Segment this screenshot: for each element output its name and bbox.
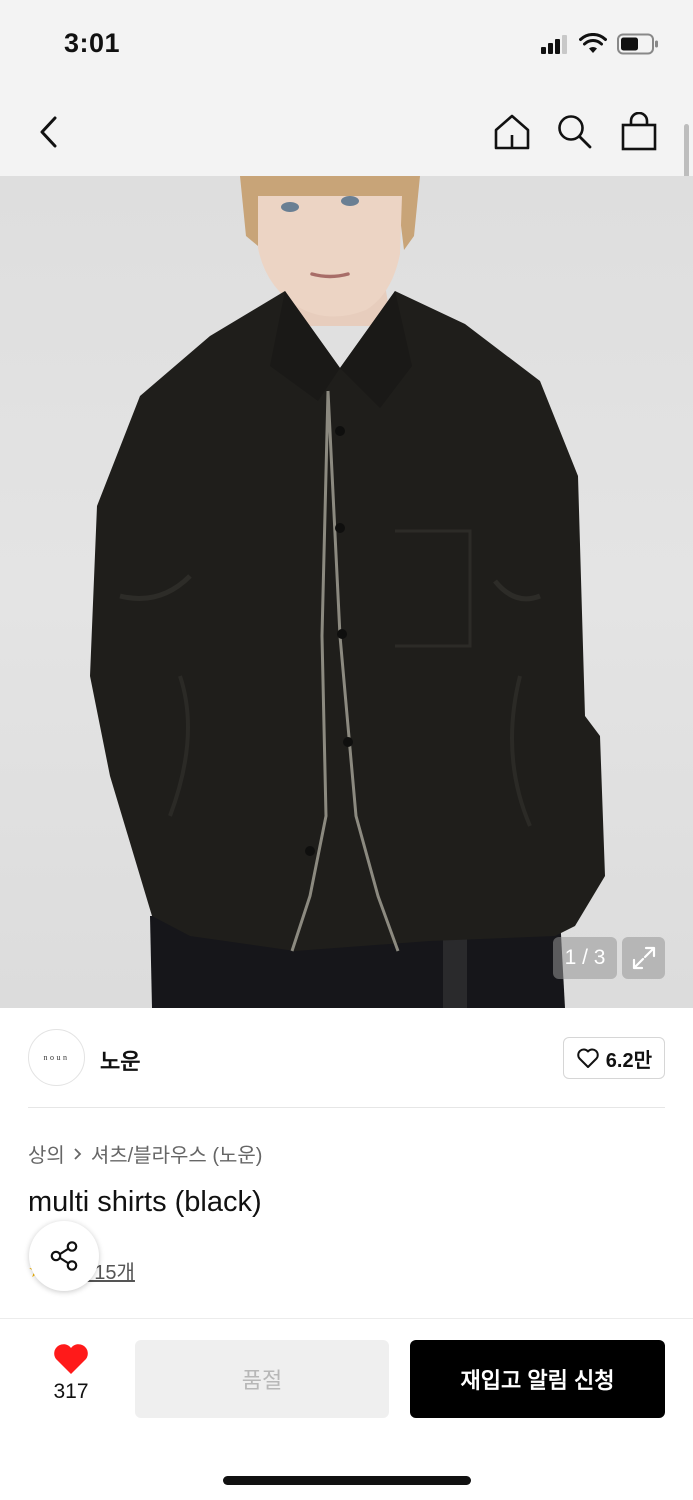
brand-like-count: 6.2만 <box>605 1049 652 1072</box>
status-time: 3:01 <box>64 28 121 58</box>
product-image[interactable] <box>0 176 693 1008</box>
breadcrumb: 상의 셔츠/블라우스 (노운) <box>28 1139 262 1168</box>
soldout-button: 품절 <box>135 1340 389 1418</box>
search-icon <box>558 115 592 149</box>
image-counter: 1 / 3 <box>553 937 617 979</box>
status-bar: 3:01 <box>0 0 693 88</box>
brand-row: noun 노운 6.2만 <box>28 1029 665 1087</box>
shopping-bag-icon <box>621 112 657 151</box>
home-button[interactable] <box>488 108 536 156</box>
search-button[interactable] <box>551 108 599 156</box>
wishlist-count: 317 <box>53 1380 89 1403</box>
product-title: multi shirts (black) <box>28 1186 262 1218</box>
nav-bar <box>0 88 693 176</box>
expand-icon <box>632 946 655 970</box>
battery-icon <box>617 33 658 55</box>
back-icon <box>40 116 57 148</box>
divider <box>28 1107 665 1108</box>
status-icons <box>541 30 659 58</box>
breadcrumb-item[interactable]: 셔츠/블라우스 (노운) <box>91 1139 263 1168</box>
home-indicator <box>223 1476 471 1485</box>
restock-alert-button[interactable]: 재입고 알림 신청 <box>410 1340 665 1418</box>
wifi-icon <box>579 33 607 53</box>
back-button[interactable] <box>26 108 74 156</box>
home-icon <box>494 114 530 150</box>
brand-logo[interactable]: noun <box>28 1029 85 1086</box>
share-icon <box>50 1241 78 1271</box>
signal-icon <box>541 35 567 54</box>
heart-filled-icon <box>54 1344 88 1374</box>
cart-button[interactable] <box>615 108 663 156</box>
model-illustration <box>90 176 605 1008</box>
brand-like-button[interactable]: 6.2만 <box>562 1037 665 1079</box>
breadcrumb-item[interactable]: 상의 <box>28 1139 65 1168</box>
expand-button[interactable] <box>622 937 665 979</box>
wishlist-button[interactable]: 317 <box>40 1342 102 1412</box>
share-button[interactable] <box>29 1221 99 1291</box>
heart-outline-icon <box>577 1048 599 1068</box>
brand-name[interactable]: 노운 <box>100 1044 140 1076</box>
chevron-right-icon <box>74 1147 82 1160</box>
